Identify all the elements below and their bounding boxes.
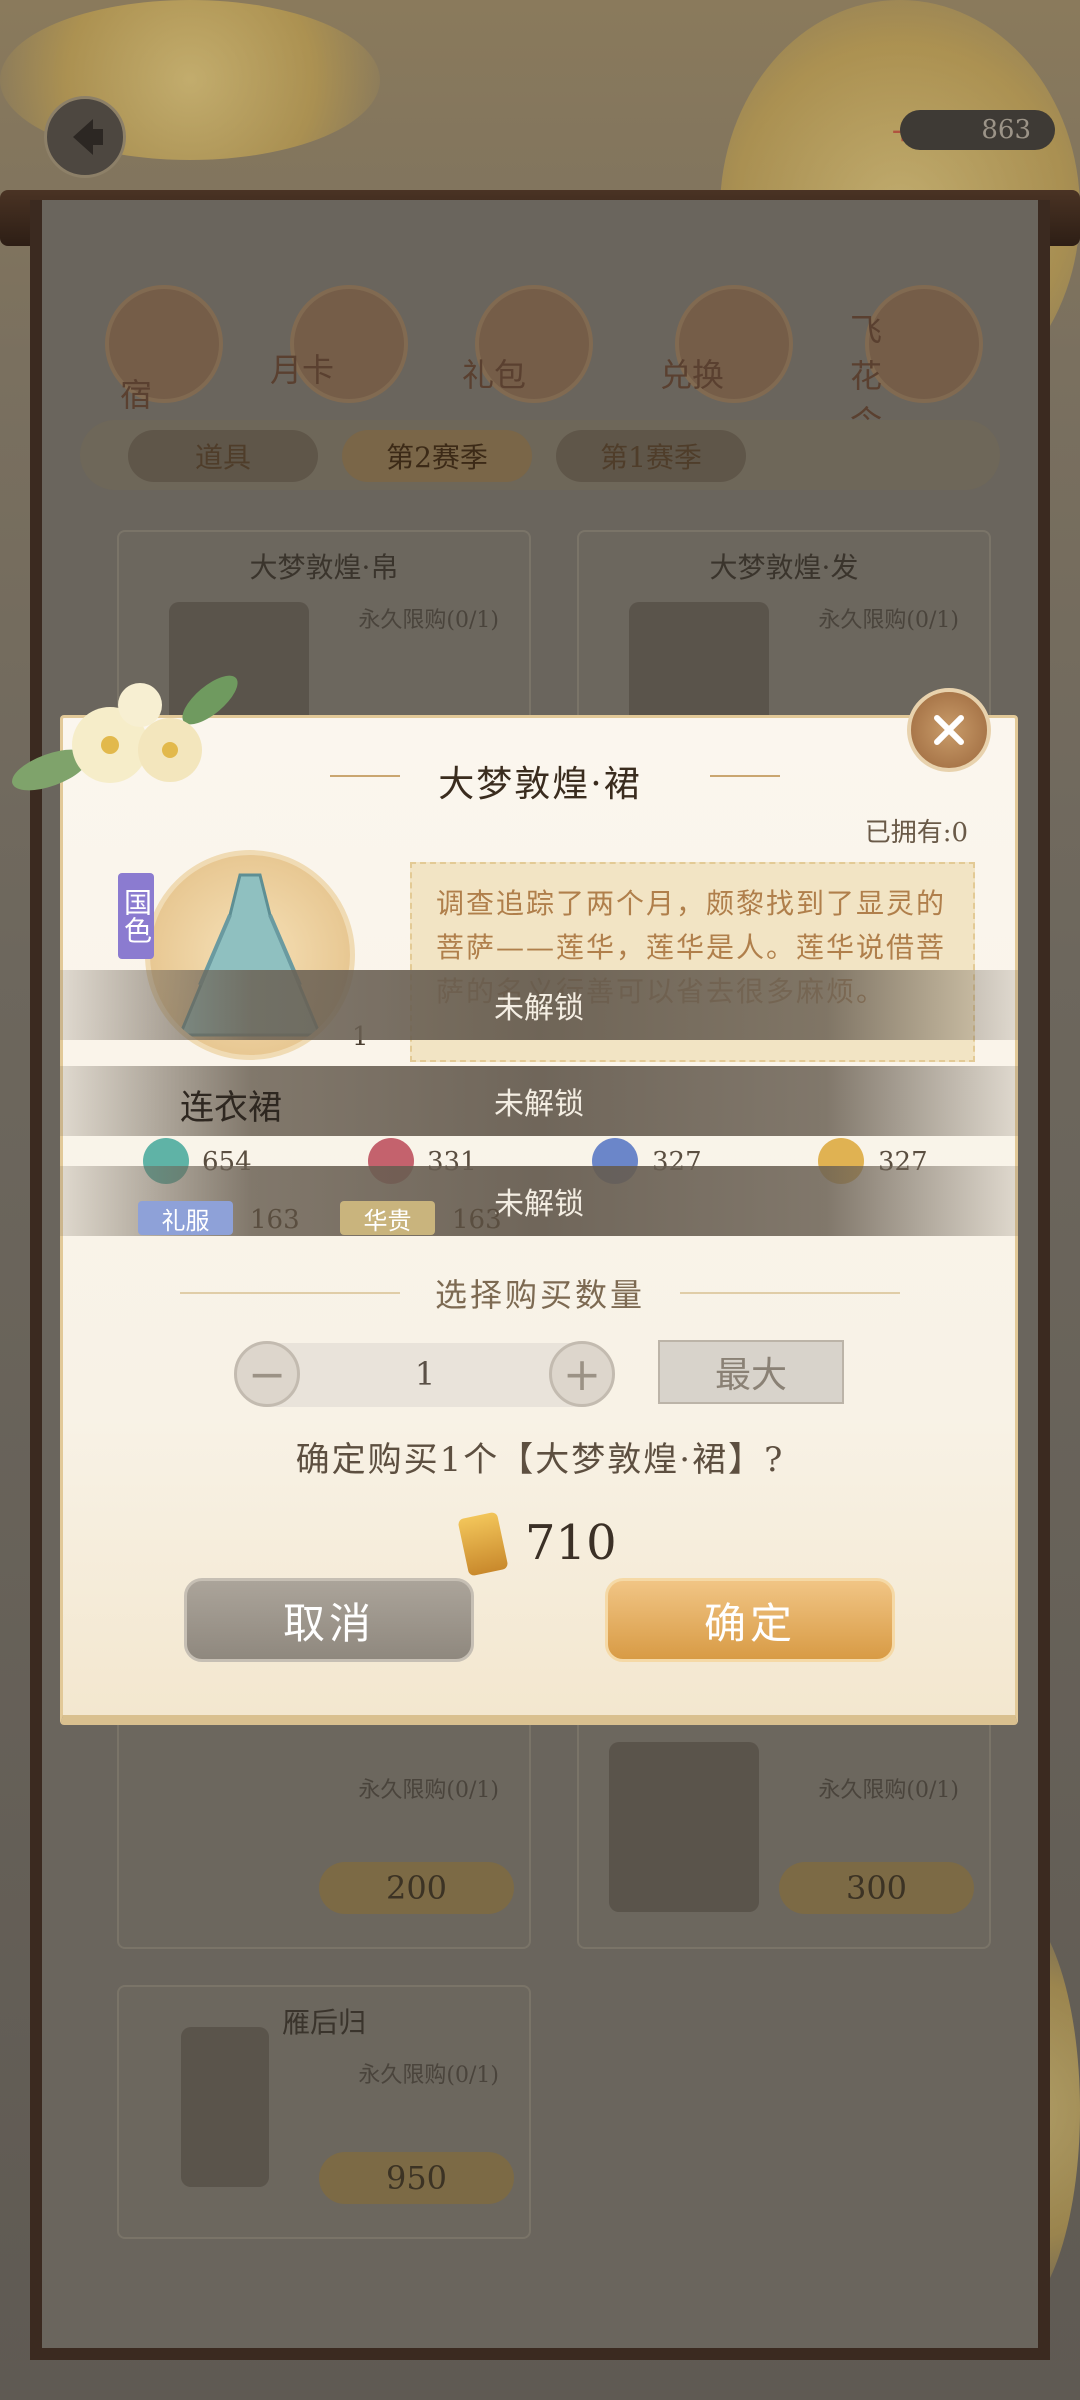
quantity-value[interactable]: 1: [330, 1355, 520, 1393]
locked-strip: 未解锁: [60, 970, 1018, 1040]
cancel-label: 取消: [282, 1598, 375, 1648]
close-icon: [934, 715, 964, 745]
dialog-title: 大梦敦煌·裙: [438, 764, 642, 805]
cancel-button[interactable]: 取消: [184, 1578, 474, 1662]
divider: [680, 1292, 900, 1294]
item-type: 连衣裙: [180, 1088, 282, 1128]
title-ornament: [710, 775, 780, 777]
max-quantity-button[interactable]: 最大: [658, 1340, 844, 1404]
confirm-button[interactable]: 确定: [605, 1578, 895, 1662]
decrease-button[interactable]: −: [234, 1341, 300, 1407]
plus-icon: +: [562, 1347, 602, 1401]
quantity-label: 选择购买数量: [434, 1276, 645, 1314]
minus-icon: −: [247, 1347, 287, 1401]
tag-value: 163: [452, 1205, 502, 1235]
style-tag: 华贵: [340, 1201, 435, 1235]
tag-value: 163: [250, 1205, 300, 1235]
confirm-label: 确定: [703, 1598, 796, 1648]
tag-label: 礼服: [161, 1206, 210, 1235]
locked-label: 未解锁: [494, 991, 584, 1026]
increase-button[interactable]: +: [549, 1341, 615, 1407]
owned-count: 已拥有:0: [864, 818, 968, 848]
rarity-badge: 国色: [118, 873, 154, 959]
locked-label: 未解锁: [494, 1087, 584, 1122]
style-tag: 礼服: [138, 1201, 233, 1235]
cost-value: 710: [525, 1515, 617, 1571]
tag-label: 华贵: [363, 1206, 412, 1235]
max-label: 最大: [714, 1355, 787, 1396]
locked-label: 未解锁: [494, 1187, 584, 1222]
confirm-message: 确定购买1个【大梦敦煌·裙】?: [295, 1440, 785, 1480]
